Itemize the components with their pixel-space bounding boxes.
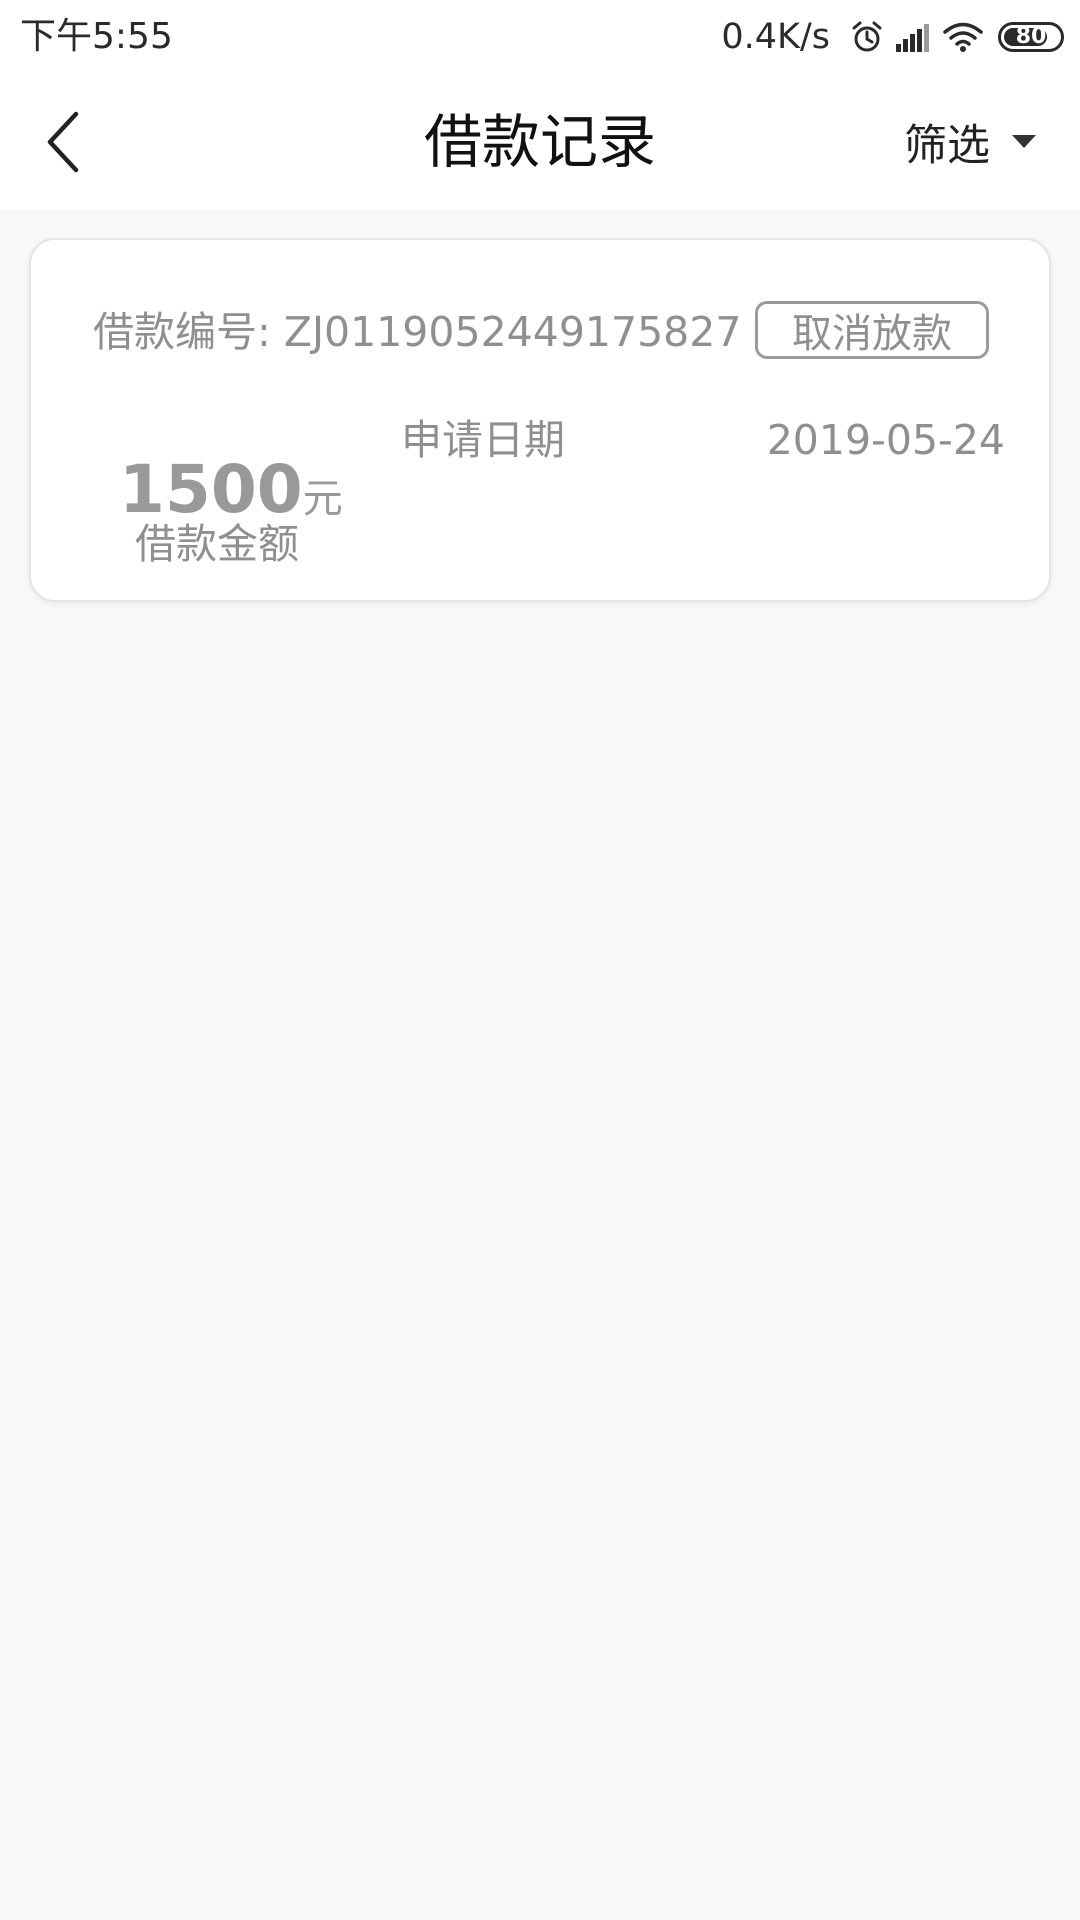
loan-number-value: ZJ0119052449175827 [283,308,742,356]
alarm-icon [850,20,884,54]
filter-label: 筛选 [904,121,990,171]
loan-number-label: 借款编号: [93,308,271,356]
network-speed: 0.4K/s [721,17,830,57]
signal-icon [894,22,932,52]
apply-date-label: 申请日期 [401,416,565,464]
status-bar: 下午5:55 0.4K/s 80 [0,0,1080,74]
caret-down-icon [1012,135,1036,149]
loan-amount-unit: 元 [302,476,343,522]
battery-level: 80 [1015,24,1047,49]
wifi-icon [942,20,984,54]
nav-bar: 借款记录 筛选 [0,74,1080,210]
status-time: 下午5:55 [20,16,173,57]
status-icons: 0.4K/s 80 [721,14,1064,60]
filter-button[interactable]: 筛选 [904,112,1036,172]
loan-amount-label: 借款金额 [135,520,299,568]
battery-icon: 80 [998,22,1064,52]
apply-date-value: 2019-05-24 [766,416,1005,464]
loan-number: 借款编号: ZJ0119052449175827 [93,304,741,360]
cancel-disbursement-button[interactable]: 取消放款 [755,301,989,359]
loan-record-card[interactable]: 借款编号: ZJ0119052449175827 取消放款 申请日期 2019-… [29,238,1051,602]
